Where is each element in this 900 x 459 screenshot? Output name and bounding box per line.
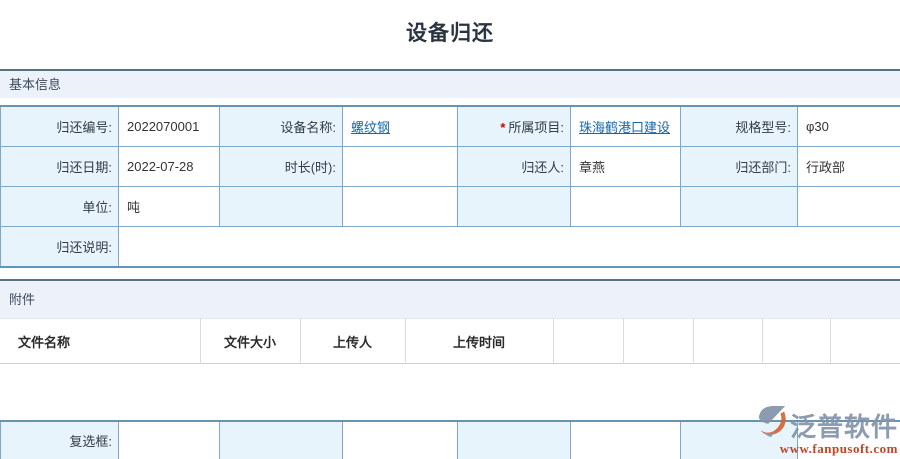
return-no-value: 2022070001 xyxy=(119,106,220,147)
empty-header-cell xyxy=(762,319,830,364)
returner-value: 章燕 xyxy=(571,147,681,187)
return-no-label: 归还编号: xyxy=(1,106,119,147)
col-header-upload-time: 上传时间 xyxy=(405,319,553,364)
unit-value: 吨 xyxy=(119,187,220,227)
required-asterisk: * xyxy=(500,120,505,135)
empty-value-cell xyxy=(798,187,900,227)
spec-model-label: 规格型号: xyxy=(681,106,798,147)
return-dept-label: 归还部门: xyxy=(681,147,798,187)
duration-value xyxy=(343,147,458,187)
section-title-attachments: 附件 xyxy=(9,292,35,307)
project-link[interactable]: 珠海鹤港口建设 xyxy=(579,120,670,135)
device-name-link[interactable]: 螺纹钢 xyxy=(351,120,390,135)
empty-label-cell xyxy=(220,187,343,227)
attachments-header-row: 文件名称 文件大小 上传人 上传时间 xyxy=(0,319,900,364)
checkbox-table: 复选框: xyxy=(0,420,900,459)
table-row: 归还日期: 2022-07-28 时长(时): 归还人: 章燕 归还部门: 行政… xyxy=(1,147,900,187)
table-row: 单位: 吨 xyxy=(1,187,900,227)
return-note-label: 归还说明: xyxy=(1,227,119,268)
col-header-file-name: 文件名称 xyxy=(0,319,200,364)
section-title-basic-info: 基本信息 xyxy=(9,77,61,92)
empty-value-cell xyxy=(343,187,458,227)
empty-value-cell xyxy=(343,421,458,459)
section-header-basic-info: 基本信息 xyxy=(0,69,900,98)
unit-label: 单位: xyxy=(1,187,119,227)
empty-label-cell xyxy=(458,421,571,459)
device-name-label: 设备名称: xyxy=(220,106,343,147)
return-date-value: 2022-07-28 xyxy=(119,147,220,187)
return-dept-value: 行政部 xyxy=(798,147,900,187)
col-header-uploader: 上传人 xyxy=(300,319,405,364)
return-date-label: 归还日期: xyxy=(1,147,119,187)
basic-info-table: 归还编号: 2022070001 设备名称: 螺纹钢 *所属项目: 珠海鹤港口建… xyxy=(0,105,900,268)
checkbox-label: 复选框: xyxy=(1,421,119,459)
empty-header-cell xyxy=(693,319,762,364)
equipment-return-page: 设备归还 基本信息 归还编号: 2022070001 设备名称: 螺纹钢 *所属… xyxy=(0,0,900,459)
col-header-file-size: 文件大小 xyxy=(200,319,300,364)
empty-value-cell xyxy=(798,421,900,459)
empty-label-cell xyxy=(681,421,798,459)
empty-label-cell xyxy=(220,421,343,459)
spec-model-value: φ30 xyxy=(798,106,900,147)
empty-header-cell xyxy=(830,319,900,364)
table-row: 复选框: xyxy=(1,421,900,459)
project-label: *所属项目: xyxy=(458,106,571,147)
empty-value-cell xyxy=(571,421,681,459)
empty-header-cell xyxy=(553,319,623,364)
attachments-table: 文件名称 文件大小 上传人 上传时间 xyxy=(0,318,900,364)
empty-value-cell xyxy=(571,187,681,227)
duration-label: 时长(时): xyxy=(220,147,343,187)
checkbox-value xyxy=(119,421,220,459)
device-name-value: 螺纹钢 xyxy=(343,106,458,147)
empty-label-cell xyxy=(681,187,798,227)
table-row: 归还说明: xyxy=(1,227,900,268)
empty-header-cell xyxy=(623,319,693,364)
table-row: 归还编号: 2022070001 设备名称: 螺纹钢 *所属项目: 珠海鹤港口建… xyxy=(1,106,900,147)
returner-label: 归还人: xyxy=(458,147,571,187)
empty-label-cell xyxy=(458,187,571,227)
page-title: 设备归还 xyxy=(0,0,900,49)
section-header-attachments: 附件 xyxy=(0,279,900,318)
return-note-value xyxy=(119,227,900,268)
project-value: 珠海鹤港口建设 xyxy=(571,106,681,147)
